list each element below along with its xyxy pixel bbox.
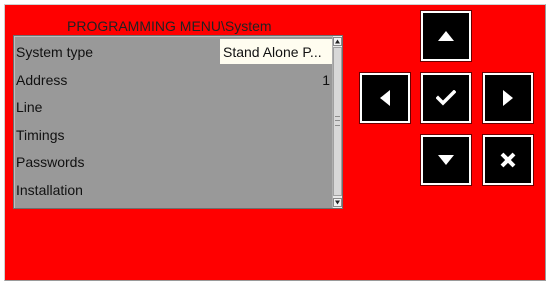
arrow-left-icon <box>380 90 390 106</box>
menu-item-label: Passwords <box>16 154 85 170</box>
system-type-value[interactable]: Stand Alone P... <box>220 39 332 64</box>
arrow-right-icon <box>503 90 513 106</box>
menu-item-line[interactable]: Line <box>14 93 332 121</box>
checkmark-icon <box>436 90 456 106</box>
cross-icon <box>500 152 516 168</box>
menu-item-system-type[interactable]: System type Stand Alone P... <box>14 38 332 66</box>
menu-item-installation[interactable]: Installation <box>14 176 332 204</box>
menu-item-timings[interactable]: Timings <box>14 121 332 149</box>
grip-icon <box>335 116 340 126</box>
menu-item-label: Timings <box>16 126 65 143</box>
address-value: 1 <box>322 71 330 88</box>
menu-list: System type Stand Alone P... Address 1 L… <box>14 38 332 203</box>
right-button[interactable] <box>482 72 534 124</box>
triangle-down-icon <box>335 200 340 205</box>
menu-item-label: System type <box>16 44 94 60</box>
down-button[interactable] <box>420 134 472 186</box>
menu-scrollbar[interactable] <box>332 36 342 208</box>
menu-item-label: Installation <box>16 181 83 198</box>
menu-title: PROGRAMMING MENU\System <box>67 18 272 34</box>
scroll-down-button[interactable] <box>333 198 342 207</box>
scroll-up-button[interactable] <box>333 37 342 46</box>
menu-item-label: Line <box>16 99 43 115</box>
up-button[interactable] <box>420 10 472 62</box>
triangle-up-icon <box>335 39 340 44</box>
cancel-button[interactable] <box>482 134 534 186</box>
menu-item-address[interactable]: Address 1 <box>14 66 332 94</box>
ok-button[interactable] <box>420 72 472 124</box>
left-button[interactable] <box>359 72 411 124</box>
arrow-down-icon <box>438 155 454 165</box>
arrow-up-icon <box>438 31 454 41</box>
scroll-thumb[interactable] <box>333 47 342 196</box>
menu-item-passwords[interactable]: Passwords <box>14 148 332 176</box>
menu-item-label: Address <box>16 71 68 88</box>
menu-list-box: System type Stand Alone P... Address 1 L… <box>13 35 343 209</box>
